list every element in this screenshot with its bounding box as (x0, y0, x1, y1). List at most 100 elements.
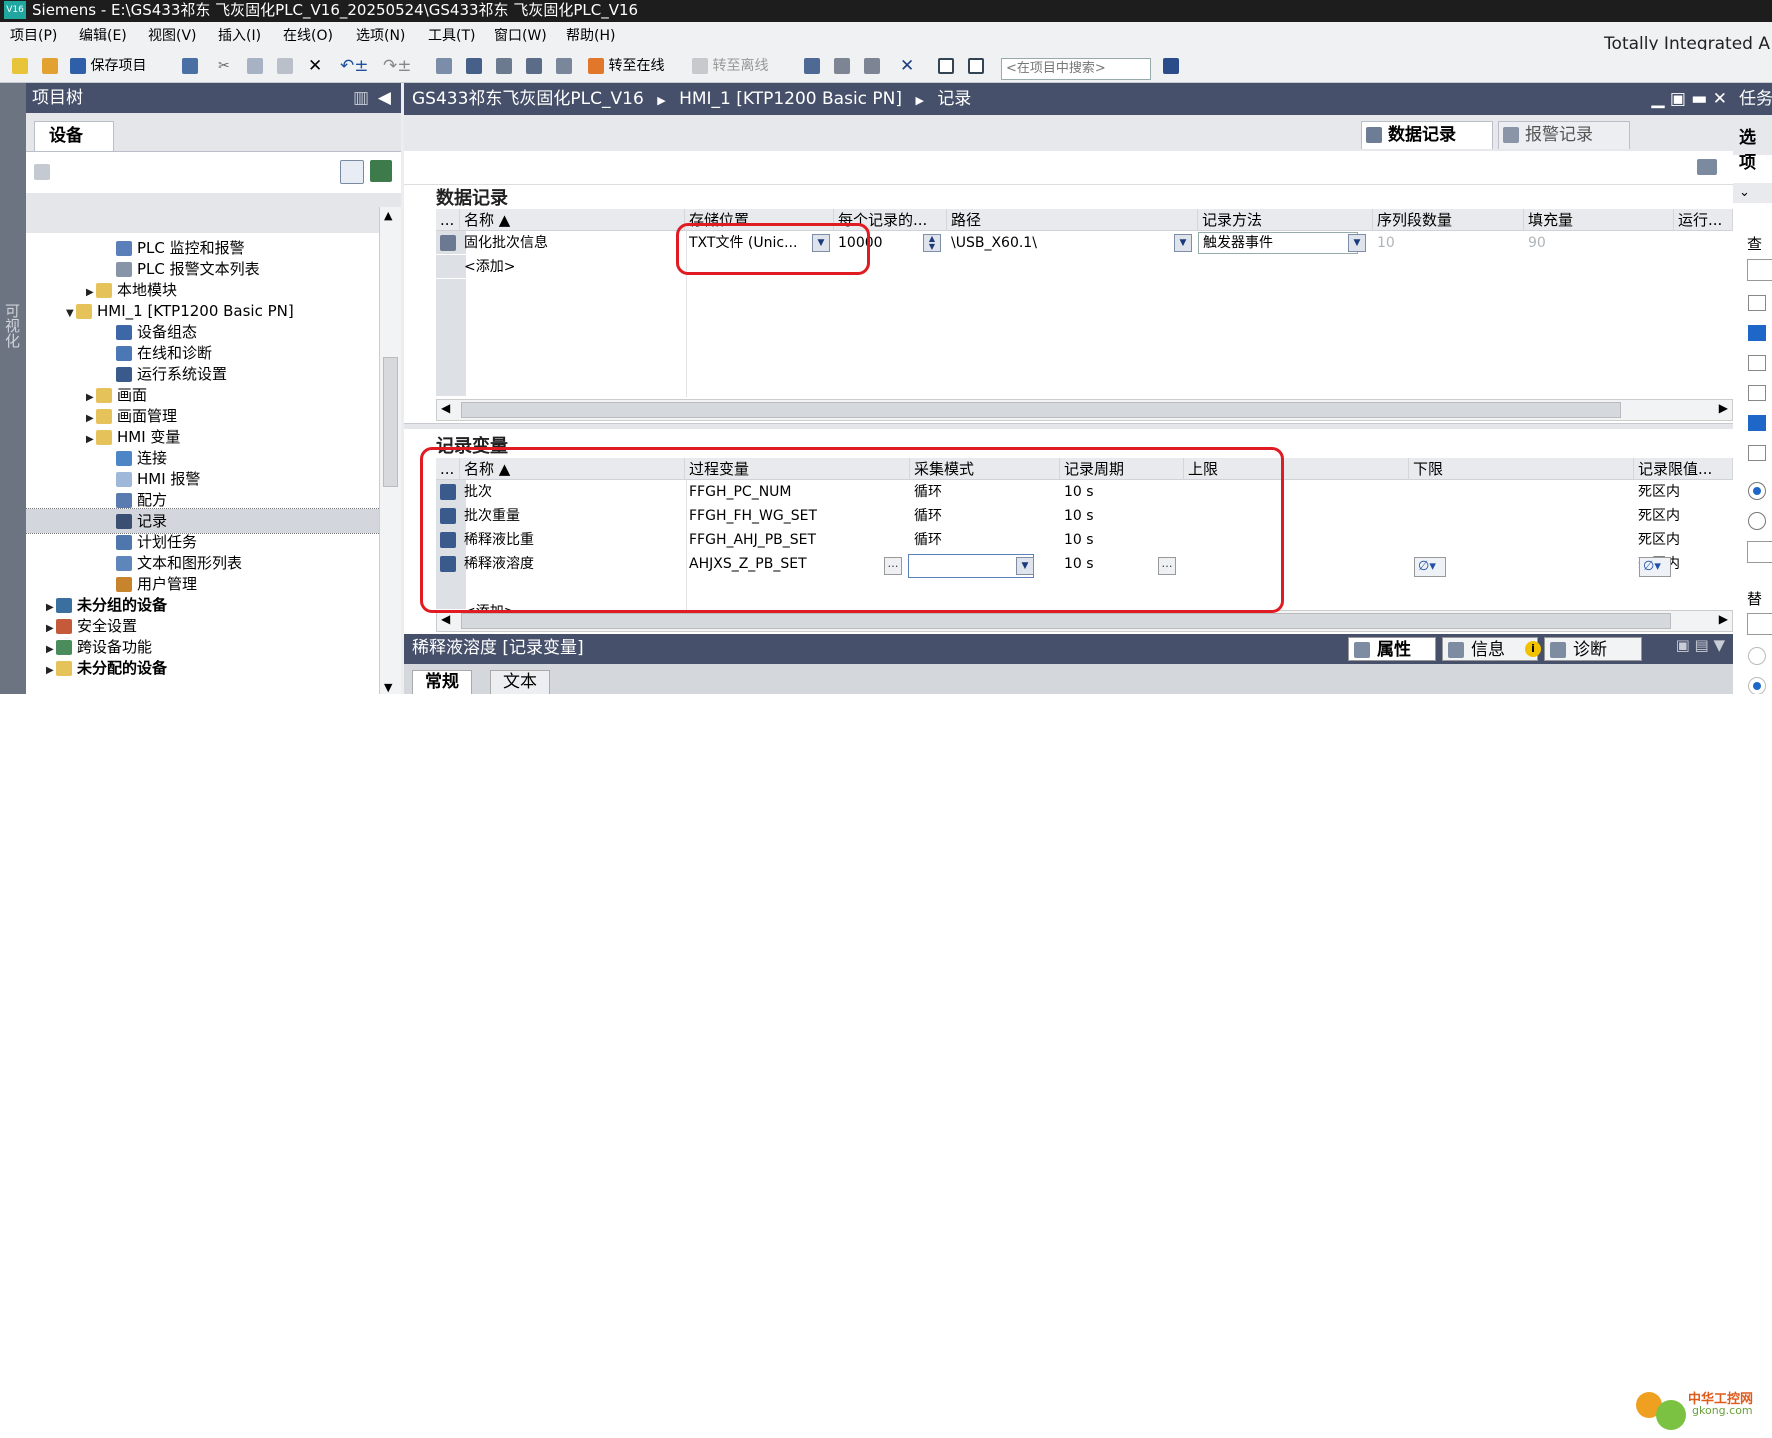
stop-simulation-icon[interactable] (556, 58, 572, 74)
stop-cpu-icon[interactable] (864, 58, 880, 74)
menu-tools[interactable]: 工具(T) (428, 22, 475, 50)
col-header-limit-logging[interactable]: 记录限值... (1634, 458, 1733, 480)
visualization-side-strip[interactable]: 可视化 (0, 83, 26, 694)
tree-scroll-thumb[interactable] (383, 357, 398, 487)
col-header-runtime[interactable]: 运行... (1674, 209, 1733, 231)
menu-options[interactable]: 选项(N) (356, 22, 405, 50)
scroll-right-icon[interactable]: ▶ (1719, 612, 1728, 626)
limit-logging-value[interactable]: 死区内 (1634, 480, 1680, 504)
menu-online[interactable]: 在线(O) (283, 22, 333, 50)
data-log-name[interactable]: 固化批次信息 (460, 231, 548, 255)
table-settings-icon[interactable] (1697, 159, 1717, 175)
path-dropdown-arrow-icon[interactable]: ▼ (1174, 234, 1192, 252)
project-search-input[interactable]: <在项目中搜索> (1001, 58, 1151, 80)
scroll-down-icon[interactable]: ▼ (384, 681, 392, 694)
accessible-devices-icon[interactable] (804, 58, 820, 74)
delete-icon[interactable]: ✕ (308, 56, 322, 76)
save-project-button[interactable]: 保存项目 (70, 56, 146, 76)
col-header-name[interactable]: 名称 ▲ (460, 209, 685, 231)
option-checkbox[interactable] (1748, 415, 1766, 431)
new-group-icon[interactable] (34, 164, 50, 180)
col-header-path[interactable]: 路径 (947, 209, 1198, 231)
menu-view[interactable]: 视图(V) (148, 22, 197, 50)
detail-view-icon[interactable] (370, 160, 392, 182)
tab-general[interactable]: 常规 (412, 670, 472, 694)
paste-icon[interactable] (277, 58, 293, 74)
logging-method-value[interactable]: 触发器事件 (1198, 232, 1358, 254)
col-header-logging-method[interactable]: 记录方法 (1198, 209, 1373, 231)
col-header-segments[interactable]: 序列段数量 (1373, 209, 1524, 231)
path-value[interactable]: \USB_X60.1\ (947, 231, 1167, 255)
breadcrumb-project[interactable]: GS433祁东飞灰固化PLC_V16 (412, 89, 644, 109)
info-button[interactable]: 信息 i (1442, 637, 1541, 661)
inspector-window-controls[interactable]: ▣ ▤ ▼ (1676, 636, 1725, 654)
print-icon[interactable] (182, 58, 198, 74)
menu-help[interactable]: 帮助(H) (566, 22, 615, 50)
go-online-button[interactable]: 转至在线 (588, 56, 664, 76)
scroll-left-icon[interactable]: ◀ (441, 612, 450, 626)
find-replace-section-icon[interactable]: ⌄ (1733, 183, 1772, 203)
menu-edit[interactable]: 编辑(E) (79, 22, 127, 50)
log-tags-hscroll[interactable]: ◀ ▶ (436, 610, 1733, 632)
tab-data-logs[interactable]: 数据记录 (1361, 121, 1493, 149)
new-project-icon[interactable] (12, 58, 28, 74)
menu-project[interactable]: 项目(P) (10, 22, 57, 50)
find-input[interactable] (1747, 259, 1772, 281)
option-checkbox[interactable] (1748, 295, 1766, 311)
open-project-icon[interactable] (42, 58, 58, 74)
download-icon[interactable] (466, 58, 482, 74)
limit-logging-value[interactable]: 死区内 (1634, 528, 1680, 552)
redo-icon[interactable]: ↷± (383, 56, 412, 76)
tab-texts[interactable]: 文本 (490, 670, 550, 694)
option-checkbox[interactable] (1748, 355, 1766, 371)
high-limit-null-icon[interactable]: ∅▾ (1414, 557, 1446, 577)
cut-icon[interactable]: ✂ (218, 56, 230, 76)
method-dropdown-arrow-icon[interactable]: ▼ (1348, 234, 1366, 252)
scroll-right-icon[interactable]: ▶ (1719, 401, 1728, 415)
replace-input[interactable] (1747, 613, 1772, 635)
data-logs-scroll-thumb[interactable] (461, 402, 1621, 418)
low-limit-null-icon[interactable]: ∅▾ (1639, 557, 1671, 577)
simulation-icon[interactable] (526, 58, 542, 74)
undo-icon[interactable]: ↶± (340, 56, 369, 76)
split-horizontal-icon[interactable] (938, 58, 954, 74)
log-tags-scroll-thumb[interactable] (461, 613, 1671, 629)
limit-logging-value[interactable]: 死区内 (1634, 504, 1680, 528)
option-checkbox[interactable] (1748, 445, 1766, 461)
option-checkbox[interactable] (1748, 325, 1766, 341)
tree-scrollbar[interactable]: ▲ ▼ (379, 207, 401, 694)
tab-alarm-logs[interactable]: 报警记录 (1498, 121, 1630, 149)
tree-item[interactable]: ▶ 未分配的设备 (26, 656, 380, 680)
copy-icon[interactable] (247, 58, 263, 74)
tab-devices[interactable]: 设备 (34, 121, 114, 151)
compile-icon[interactable] (436, 58, 452, 74)
option-checkbox[interactable] (1748, 385, 1766, 401)
breadcrumb-device[interactable]: HMI_1 [KTP1200 Basic PN] (679, 89, 902, 109)
scroll-left-icon[interactable]: ◀ (441, 401, 450, 415)
properties-button[interactable]: 属性 (1348, 637, 1436, 661)
col-header-fill-level[interactable]: 填充量 (1524, 209, 1674, 231)
find-dropdown[interactable] (1747, 541, 1772, 563)
option-radio[interactable] (1748, 512, 1766, 530)
spin-button-icon[interactable]: ▲ ▼ (923, 234, 941, 252)
add-data-log[interactable]: <添加> (460, 255, 515, 279)
menu-insert[interactable]: 插入(I) (218, 22, 261, 50)
search-icon[interactable] (1163, 58, 1179, 74)
option-radio[interactable] (1748, 677, 1766, 694)
diagnostics-button[interactable]: 诊断 (1544, 637, 1642, 661)
upload-icon[interactable] (496, 58, 512, 74)
collapse-panel-icon[interactable]: ◀ (378, 83, 391, 113)
overview-icon[interactable] (340, 160, 364, 184)
window-controls[interactable]: ▁ ▣ ▬ ✕ (1651, 83, 1727, 115)
data-log-row[interactable]: 固化批次信息 TXT文件 (Unic... ▼ 10000 ▲ ▼ \USB_X6… (436, 231, 1733, 255)
scroll-up-icon[interactable]: ▲ (384, 209, 392, 222)
start-cpu-icon[interactable] (834, 58, 850, 74)
option-radio[interactable] (1748, 482, 1766, 500)
expand-arrow-icon[interactable]: ▶ (46, 659, 56, 683)
col-header-menu[interactable]: ... (436, 209, 460, 231)
pin-icon[interactable]: ▥ (353, 83, 369, 113)
data-logs-hscroll[interactable]: ◀ ▶ (436, 399, 1733, 421)
option-radio[interactable] (1748, 647, 1766, 665)
breadcrumb-logs[interactable]: 记录 (937, 89, 971, 109)
go-offline-button[interactable]: 转至离线 (692, 56, 768, 76)
